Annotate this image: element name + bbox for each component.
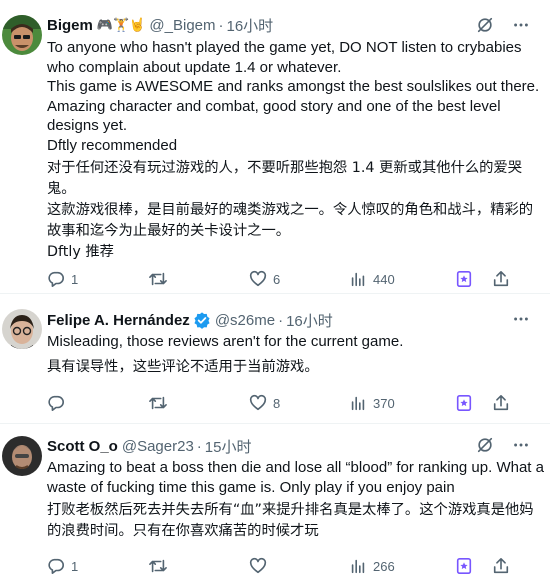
bookmark-button[interactable] xyxy=(455,268,473,290)
analytics-icon xyxy=(351,396,365,411)
more-options-icon[interactable] xyxy=(512,436,530,459)
tweet-actions: 1 266 xyxy=(47,555,550,577)
tweet-actions: 8 370 xyxy=(47,392,550,414)
like-button[interactable]: 6 xyxy=(249,268,280,290)
reply-icon xyxy=(48,395,64,412)
retweet-icon xyxy=(149,272,167,286)
heart-icon xyxy=(249,557,267,574)
view-count: 370 xyxy=(373,395,395,411)
grok-icon[interactable] xyxy=(476,16,494,39)
translated-text: 具有误导性，这些评论不适用于当前游戏。 xyxy=(47,359,319,375)
more-options-icon[interactable] xyxy=(512,16,530,39)
timestamp[interactable]: 15小时 xyxy=(205,436,252,457)
translated-text: 打败老板然后死去并失去所有“血”来提升排名真是太棒了。这个游戏真是他妈的浪费时间… xyxy=(47,502,534,539)
share-icon xyxy=(493,394,509,411)
bookmark-button[interactable] xyxy=(455,392,473,414)
tweet-2[interactable]: Felipe A. Hernández @s26me · 16小时 Mislea… xyxy=(0,294,550,424)
views-button[interactable]: 370 xyxy=(349,392,395,414)
tweet-header: Bigem 🎮🏋🤘 @_Bigem · 16小时 xyxy=(47,15,550,35)
tweet-text: To anyone who hasn't played the game yet… xyxy=(47,39,540,154)
tweet-actions: 1 6 440 xyxy=(47,268,550,290)
verified-badge-icon xyxy=(193,311,211,329)
display-name[interactable]: Scott O_o xyxy=(47,438,118,455)
analytics-icon xyxy=(351,559,365,574)
translated-text: 对于任何还没有玩过游戏的人，不要听那些抱怨 1.4 更新或其他什么的爱哭鬼。 这… xyxy=(47,160,534,260)
tweet-text: Misleading, those reviews aren't for the… xyxy=(47,333,404,350)
more-options-icon[interactable] xyxy=(512,310,530,333)
retweet-button[interactable] xyxy=(148,555,174,577)
avatar[interactable] xyxy=(2,15,42,55)
share-button[interactable] xyxy=(492,268,510,290)
bookmark-icon xyxy=(456,394,472,412)
heart-icon xyxy=(249,270,267,287)
reply-count: 1 xyxy=(71,558,79,574)
like-button[interactable] xyxy=(249,555,273,577)
reply-button[interactable]: 1 xyxy=(47,555,78,577)
view-count: 266 xyxy=(373,558,395,574)
analytics-icon xyxy=(351,272,365,287)
separator-dot: · xyxy=(218,16,224,34)
tweet-header: Scott O_o @Sager23 · 15小时 xyxy=(47,436,550,456)
user-handle[interactable]: @_Bigem xyxy=(149,17,215,34)
retweet-button[interactable] xyxy=(148,392,174,414)
avatar[interactable] xyxy=(2,309,42,349)
reply-button[interactable]: 1 xyxy=(47,268,78,290)
views-button[interactable]: 266 xyxy=(349,555,395,577)
tweet-header: Felipe A. Hernández @s26me · 16小时 xyxy=(47,310,550,330)
grok-icon[interactable] xyxy=(476,436,494,459)
share-icon xyxy=(493,557,509,574)
separator-dot: · xyxy=(278,311,284,329)
reply-icon xyxy=(48,558,64,575)
heart-icon xyxy=(249,394,267,411)
like-count: 6 xyxy=(273,271,281,287)
timestamp[interactable]: 16小时 xyxy=(286,310,333,331)
tweet-1[interactable]: Bigem 🎮🏋🤘 @_Bigem · 16小时 To anyone who h… xyxy=(0,0,550,294)
tweet-3[interactable]: Scott O_o @Sager23 · 15小时 Amazing to bea… xyxy=(0,424,550,587)
display-name[interactable]: Felipe A. Hernández xyxy=(47,312,190,329)
share-icon xyxy=(493,270,509,287)
views-button[interactable]: 440 xyxy=(349,268,395,290)
like-count: 8 xyxy=(273,395,281,411)
timestamp[interactable]: 16小时 xyxy=(227,15,274,36)
reply-count: 1 xyxy=(71,271,79,287)
bookmark-icon xyxy=(456,557,472,575)
share-button[interactable] xyxy=(492,392,510,414)
name-emoji: 🎮🏋🤘 xyxy=(96,17,146,33)
avatar[interactable] xyxy=(2,436,42,476)
view-count: 440 xyxy=(373,271,395,287)
retweet-icon xyxy=(149,559,167,573)
bookmark-button[interactable] xyxy=(455,555,473,577)
retweet-icon xyxy=(149,396,167,410)
like-button[interactable]: 8 xyxy=(249,392,280,414)
bookmark-icon xyxy=(456,270,472,288)
user-handle[interactable]: @Sager23 xyxy=(122,438,194,455)
separator-dot: · xyxy=(196,437,202,455)
retweet-button[interactable] xyxy=(148,268,174,290)
user-handle[interactable]: @s26me xyxy=(215,312,275,329)
share-button[interactable] xyxy=(492,555,510,577)
display-name[interactable]: Bigem xyxy=(47,17,93,34)
tweet-text: Amazing to beat a boss then die and lose… xyxy=(47,459,549,496)
reply-icon xyxy=(48,271,64,288)
reply-button[interactable] xyxy=(47,392,71,414)
